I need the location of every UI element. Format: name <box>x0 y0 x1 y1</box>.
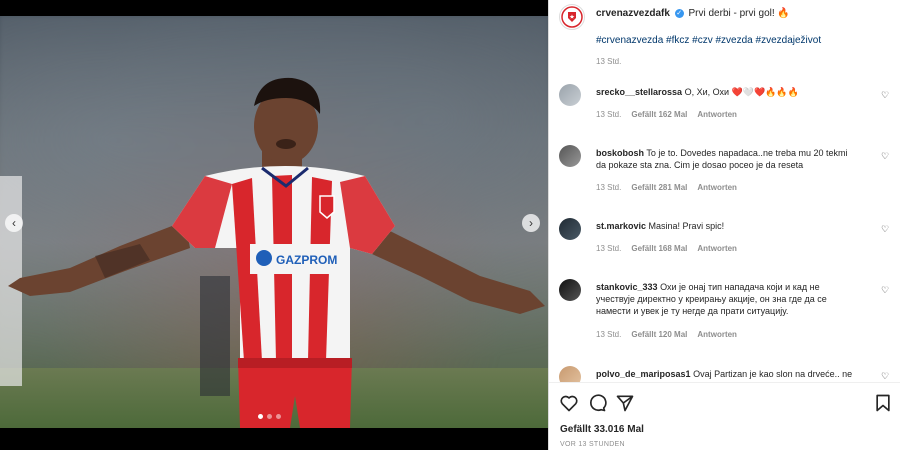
comment-text: Masina! Pravi spic! <box>648 221 725 231</box>
comment-username[interactable]: boskobosh <box>596 148 644 158</box>
comment-text: О, Хи, Охи ❤️🤍❤️🔥🔥🔥 <box>684 87 799 97</box>
comment-text: Ovaj Partizan je kao slon na drveće.. ne <box>693 369 853 379</box>
post-media[interactable]: GAZPROM ‹ › <box>0 16 548 428</box>
post-like-count[interactable]: Gefällt 33.016 Mal <box>560 424 644 435</box>
comment-body: stankovic_333 Охи је онај тип нападача к… <box>596 281 858 317</box>
comment-likes[interactable]: Gefällt 162 Mal <box>631 110 687 119</box>
comment-time: 13 Std. <box>596 330 622 339</box>
like-heart-icon[interactable] <box>559 393 579 413</box>
comment-likes[interactable]: Gefällt 281 Mal <box>631 183 687 192</box>
sponsor-text: GAZPROM <box>276 253 337 267</box>
post-panel: crvenazvezdafk ✓ Prvi derbi - prvi gol! … <box>548 0 900 450</box>
comment-body: boskobosh To je to. Dovedes napadaca..ne… <box>596 147 858 171</box>
previous-image-button[interactable]: ‹ <box>5 214 23 232</box>
comment-likes[interactable]: Gefällt 168 Mal <box>631 244 687 253</box>
comment-meta: 13 Std. Gefällt 162 Mal Antworten <box>596 110 737 119</box>
comment-time: 13 Std. <box>596 110 622 119</box>
comment-time: 13 Std. <box>596 183 622 192</box>
bottom-letterbox <box>0 428 548 450</box>
comment-likes[interactable]: Gefällt 120 Mal <box>631 330 687 339</box>
caption-hashtags[interactable]: #crvenazvezda #fkcz #czv #zvezda #zvezda… <box>596 35 821 46</box>
comment-body: st.markovic Masina! Pravi spic! <box>596 220 858 232</box>
comment-meta: 13 Std. Gefällt 120 Mal Antworten <box>596 330 737 339</box>
reply-button[interactable]: Antworten <box>697 330 737 339</box>
like-comment-heart-icon[interactable]: ♡ <box>881 90 889 101</box>
player-photo: GAZPROM <box>0 77 545 428</box>
club-crest-icon <box>561 6 583 28</box>
comment-body: srecko__stellarossa О, Хи, Охи ❤️🤍❤️🔥🔥🔥 <box>596 86 858 98</box>
reply-button[interactable]: Antworten <box>697 183 737 192</box>
like-comment-heart-icon[interactable]: ♡ <box>881 371 889 382</box>
carousel-dot <box>267 414 272 419</box>
like-comment-heart-icon[interactable]: ♡ <box>881 285 889 296</box>
carousel-dot <box>258 414 263 419</box>
caption-time: 13 Std. <box>596 57 622 66</box>
caption: crvenazvezdafk ✓ Prvi derbi - prvi gol! … <box>596 8 790 19</box>
commenter-avatar[interactable] <box>559 279 581 301</box>
comment-username[interactable]: stankovic_333 <box>596 282 658 292</box>
comment-meta: 13 Std. Gefällt 168 Mal Antworten <box>596 244 737 253</box>
commenter-avatar[interactable] <box>559 218 581 240</box>
like-comment-heart-icon[interactable]: ♡ <box>881 224 889 235</box>
account-avatar[interactable] <box>559 4 585 30</box>
post-username[interactable]: crvenazvezdafk <box>596 8 670 19</box>
share-paper-plane-icon[interactable] <box>615 393 635 413</box>
post-timestamp: VOR 13 STUNDEN <box>560 441 625 448</box>
comment-username[interactable]: st.markovic <box>596 221 646 231</box>
verified-badge-icon: ✓ <box>674 8 684 18</box>
like-comment-heart-icon[interactable]: ♡ <box>881 151 889 162</box>
comment-username[interactable]: polvo_de_mariposas1 <box>596 369 691 379</box>
carousel-dots <box>258 414 281 419</box>
carousel-dot <box>276 414 281 419</box>
post-actions: Gefällt 33.016 Mal VOR 13 STUNDEN <box>549 382 900 450</box>
reply-button[interactable]: Antworten <box>697 110 737 119</box>
reply-button[interactable]: Antworten <box>697 244 737 253</box>
save-bookmark-icon[interactable] <box>873 393 893 413</box>
comment-body: polvo_de_mariposas1 Ovaj Partizan je kao… <box>596 368 858 380</box>
caption-text: Prvi derbi - prvi gol! 🔥 <box>688 8 790 19</box>
comment-time: 13 Std. <box>596 244 622 253</box>
commenter-avatar[interactable] <box>559 145 581 167</box>
commenter-avatar[interactable] <box>559 84 581 106</box>
comment-meta: 13 Std. Gefällt 281 Mal Antworten <box>596 183 737 192</box>
next-image-button[interactable]: › <box>522 214 540 232</box>
comment-username[interactable]: srecko__stellarossa <box>596 87 682 97</box>
comment-bubble-icon[interactable] <box>587 393 607 413</box>
